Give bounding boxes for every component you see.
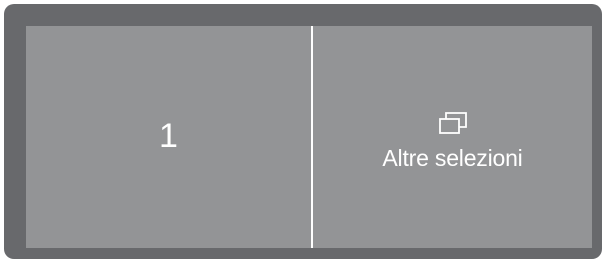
selection-panel: 1 Altre selezioni [26, 26, 592, 248]
more-selections-label: Altre selezioni [382, 144, 523, 171]
option-1-button[interactable]: 1 [26, 26, 311, 248]
selection-frame: 1 Altre selezioni [4, 4, 602, 259]
more-selections-button[interactable]: Altre selezioni [313, 26, 592, 248]
option-1-label: 1 [159, 117, 178, 155]
windows-stack-icon [438, 111, 467, 134]
